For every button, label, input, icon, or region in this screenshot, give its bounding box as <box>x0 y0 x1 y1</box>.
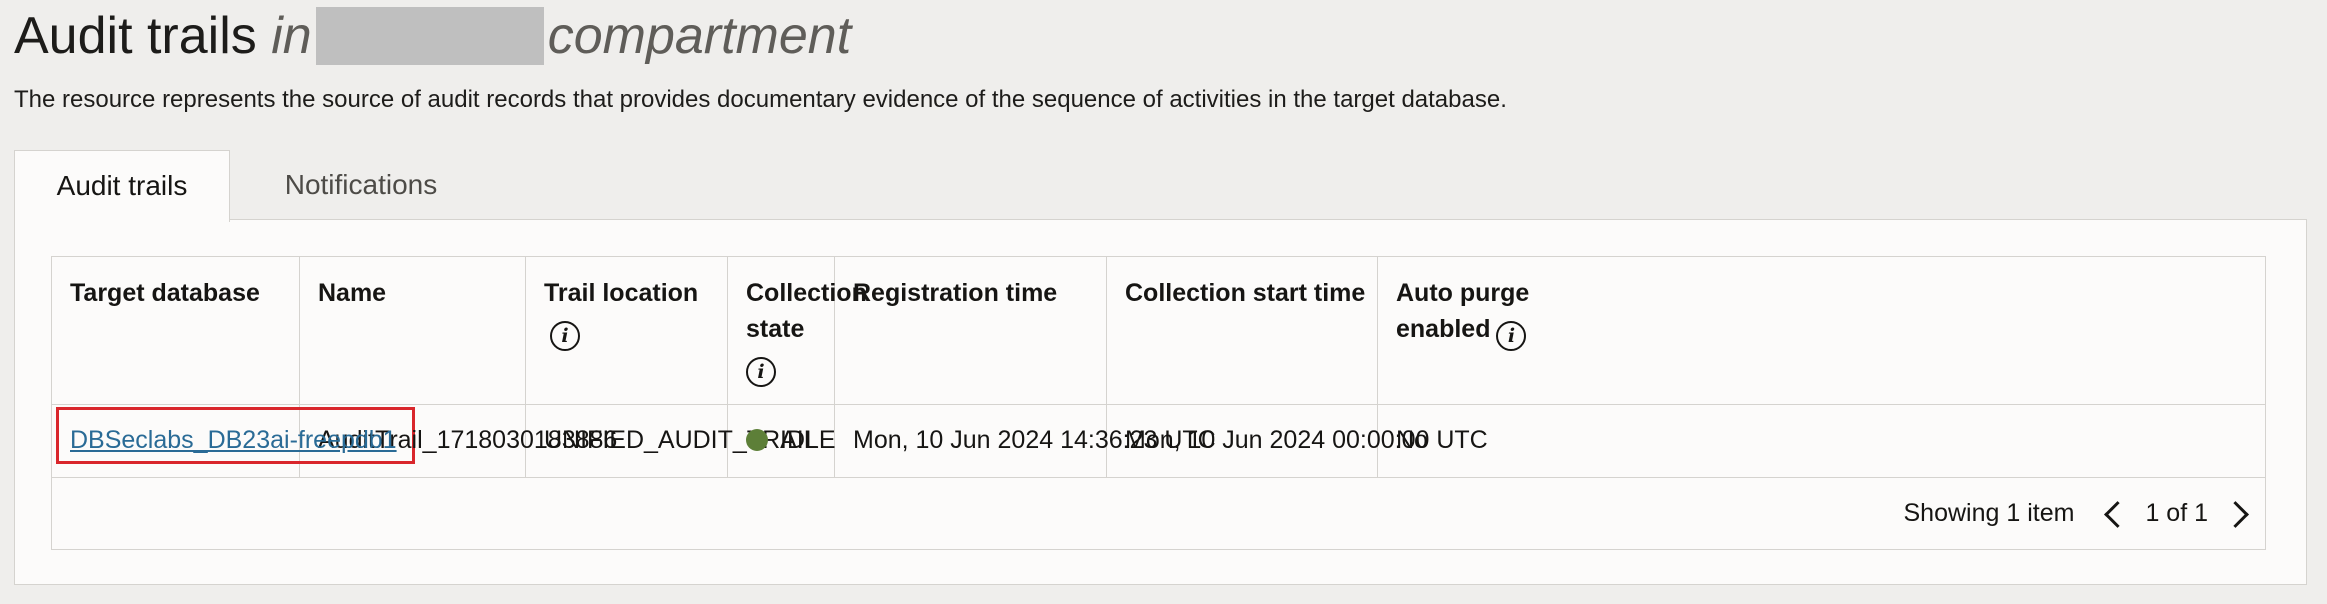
page-title-suffix: compartment <box>547 7 852 65</box>
column-header-name[interactable]: Name <box>300 257 526 404</box>
column-header-target-database[interactable]: Target database <box>52 257 300 404</box>
column-header-trail-location[interactable]: Trail location i <box>526 257 728 404</box>
chevron-right-icon[interactable] <box>2222 500 2249 528</box>
info-icon[interactable]: i <box>746 357 776 387</box>
column-label: Registration time <box>853 279 1058 307</box>
tab-audit-trails[interactable]: Audit trails <box>14 150 230 222</box>
page: Audit trails in compartment The resource … <box>0 0 2327 604</box>
column-label: Target database <box>70 279 260 307</box>
info-icon[interactable]: i <box>550 321 580 351</box>
page-indicator: 1 of 1 <box>2145 499 2208 527</box>
info-icon[interactable]: i <box>1496 321 1527 351</box>
column-label: Name <box>318 279 387 307</box>
cell-auto-purge-enabled: No <box>1396 426 1428 454</box>
tab-notifications[interactable]: Notifications <box>266 150 456 220</box>
column-label: Collection start time <box>1125 279 1366 307</box>
collection-state-label: IDLE <box>780 426 836 454</box>
cell-target-database: DBSeclabs_DB23ai-freepdb1 <box>52 404 415 477</box>
cell-trail-location: UNIFIED_AUDIT_TRAIL <box>526 404 818 477</box>
page-title-in: in <box>271 7 312 65</box>
table-header: Target database Name Trail location i Col… <box>52 257 2265 405</box>
redacted-compartment-name <box>315 7 544 65</box>
page-title: Audit trails in compartment <box>14 6 851 66</box>
column-header-registration-time[interactable]: Registration time <box>835 257 1107 404</box>
page-description: The resource represents the source of au… <box>14 86 1507 113</box>
cell-collection-state: IDLE <box>728 404 836 477</box>
audit-trails-table: Target database Name Trail location i Col… <box>51 256 2266 550</box>
pagination: Showing 1 item 1 of 1 <box>1904 477 2266 550</box>
column-header-auto-purge-enabled[interactable]: Auto purge enabled i <box>1378 257 1565 404</box>
target-database-link[interactable]: DBSeclabs_DB23ai-freepdb1 <box>70 426 397 454</box>
tab-panel: Target database Name Trail location i Col… <box>14 219 2307 585</box>
cell-collection-start-time: Mon, 10 Jun 2024 00:00:00 UTC <box>1107 404 1488 477</box>
cell-registration-time: Mon, 10 Jun 2024 14:36:23 UTC <box>835 404 1216 477</box>
page-title-main: Audit trails <box>14 7 257 65</box>
showing-count: Showing 1 item <box>1903 499 2075 527</box>
column-label: Trail location <box>544 279 699 307</box>
column-header-collection-start-time[interactable]: Collection start time <box>1107 257 1378 404</box>
chevron-left-icon[interactable] <box>2104 500 2132 528</box>
column-header-collection-state[interactable]: Collection state i <box>728 257 867 404</box>
table-row: DBSeclabs_DB23ai-freepdb1 AuditTrail_171… <box>52 404 2265 478</box>
status-dot-icon <box>746 429 768 451</box>
